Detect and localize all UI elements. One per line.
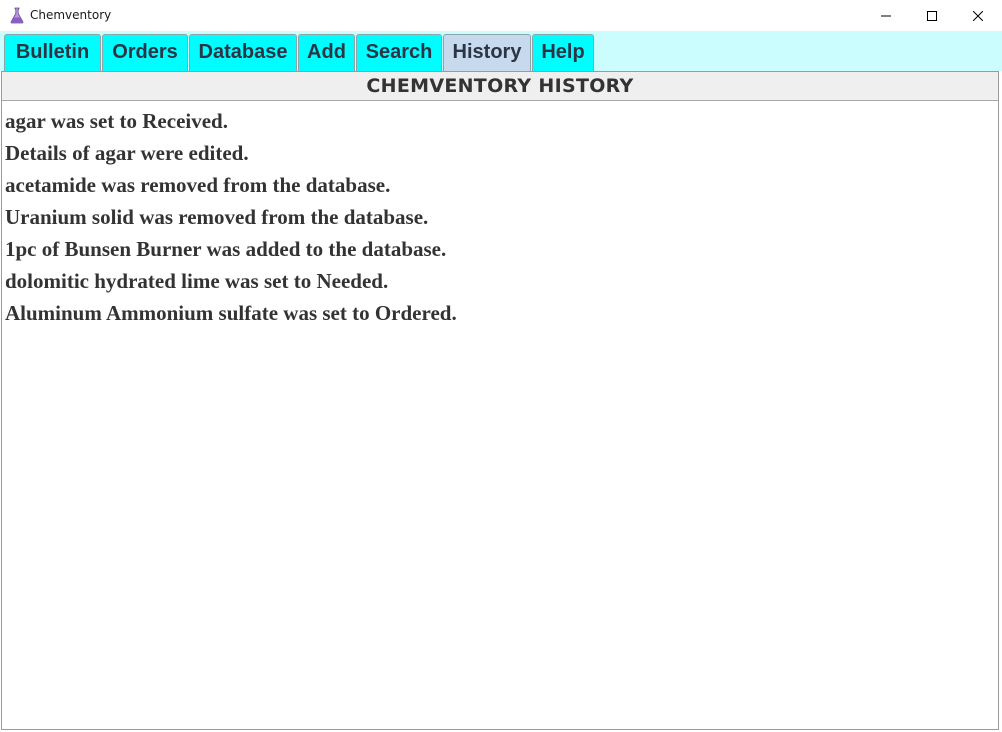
close-icon [973, 10, 983, 21]
tab-database[interactable]: Database [189, 34, 297, 72]
tab-history[interactable]: History [443, 34, 531, 72]
history-entry: 1pc of Bunsen Burner was added to the da… [5, 237, 447, 261]
tab-search[interactable]: Search [356, 34, 442, 72]
flask-icon [10, 7, 24, 24]
close-button[interactable] [955, 0, 1001, 31]
maximize-icon [927, 10, 937, 21]
history-entry: dolomitic hydrated lime was set to Neede… [5, 269, 389, 293]
window-title: Chemventory [30, 8, 112, 22]
minimize-icon [881, 15, 891, 16]
panel-title: CHEMVENTORY HISTORY [2, 72, 998, 101]
history-entry: Aluminum Ammonium sulfate was set to Ord… [5, 301, 457, 325]
tab-add[interactable]: Add [298, 34, 355, 72]
tab-strip: Bulletin Orders Database Add Search Hist… [0, 31, 1002, 72]
history-entry: agar was set to Received. [5, 109, 228, 133]
tab-orders[interactable]: Orders [102, 34, 188, 72]
maximize-button[interactable] [909, 0, 955, 31]
tab-help[interactable]: Help [532, 34, 594, 72]
tab-bulletin[interactable]: Bulletin [4, 34, 101, 72]
history-entry: acetamide was removed from the database. [5, 173, 391, 197]
history-panel: CHEMVENTORY HISTORY agar was set to Rece… [1, 71, 999, 730]
history-entry: Uranium solid was removed from the datab… [5, 205, 429, 229]
history-entry: Details of agar were edited. [5, 141, 249, 165]
history-list[interactable]: agar was set to Received. Details of aga… [2, 103, 998, 729]
title-bar: Chemventory [0, 0, 1002, 31]
minimize-button[interactable] [863, 0, 909, 31]
